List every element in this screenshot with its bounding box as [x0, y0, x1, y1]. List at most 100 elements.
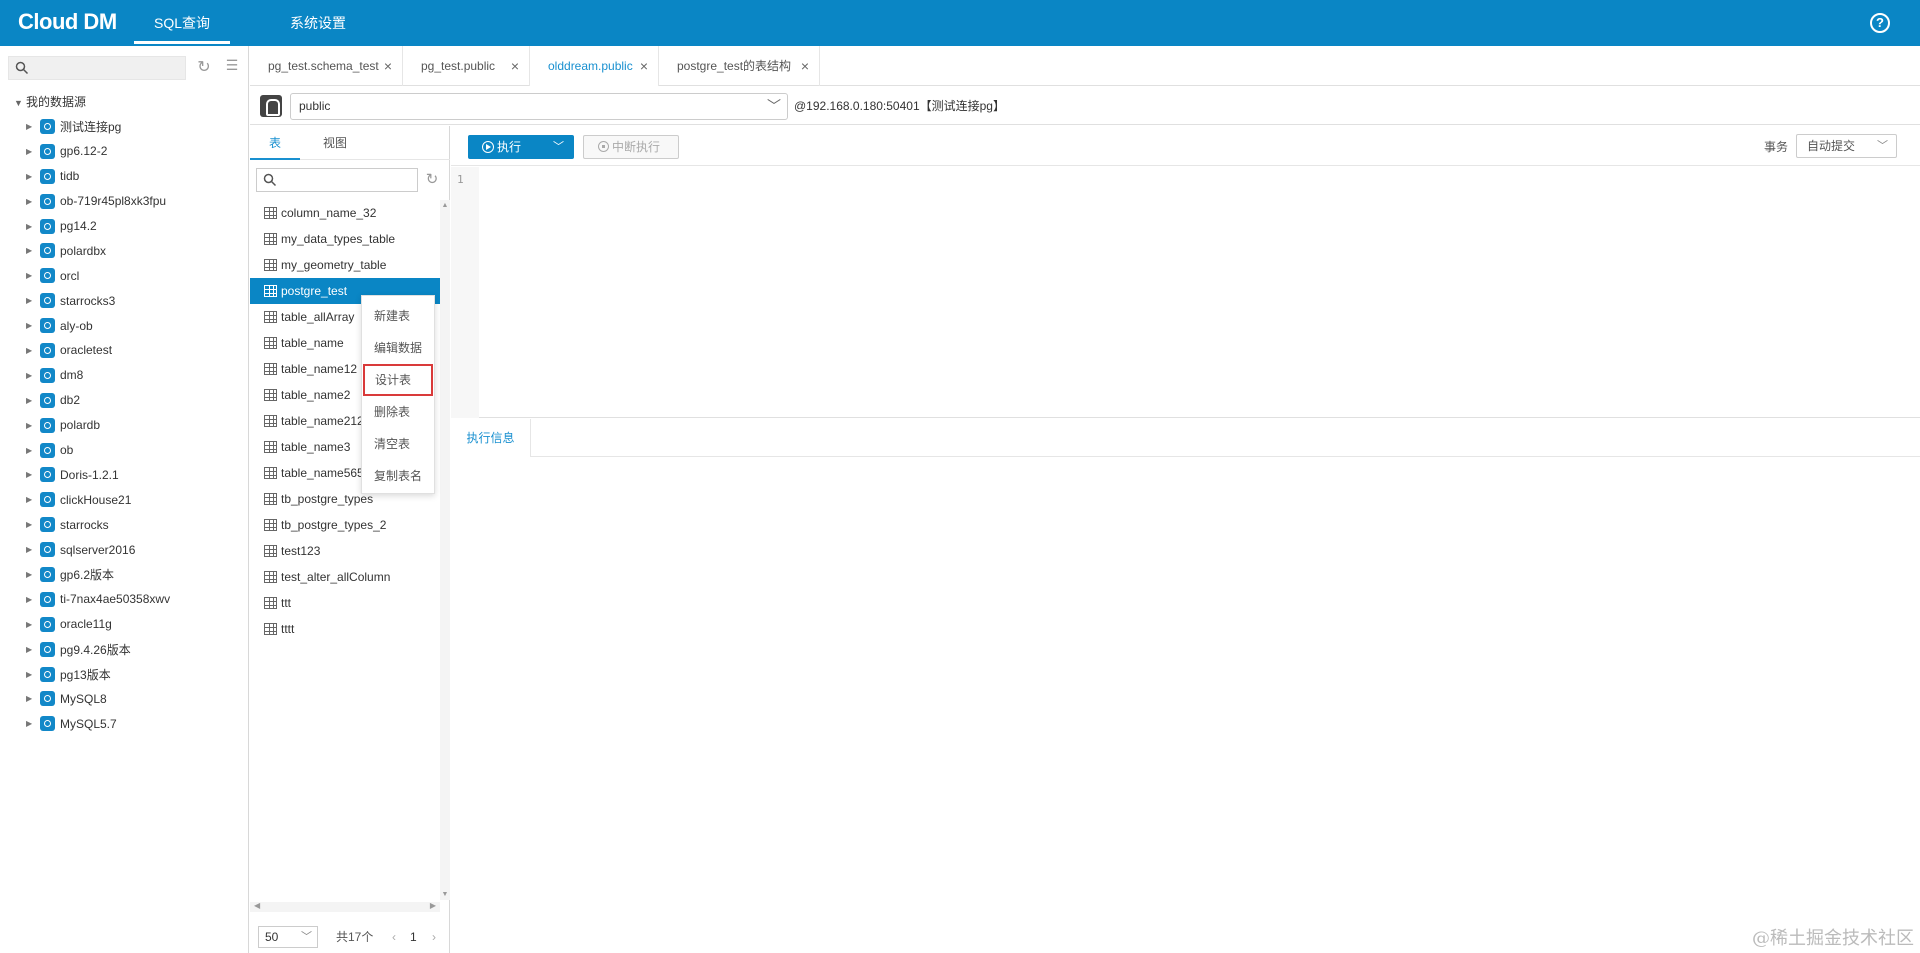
caret-right-icon[interactable]: ▶ [26, 620, 40, 629]
datasource-item[interactable]: ▶ MySQL5.7 [26, 711, 246, 736]
caret-right-icon[interactable]: ▶ [26, 172, 40, 181]
datasource-item[interactable]: ▶ MySQL8 [26, 686, 246, 711]
datasource-search-input[interactable] [8, 56, 186, 80]
table-search-input[interactable] [256, 168, 418, 192]
caret-right-icon[interactable]: ▶ [26, 570, 40, 579]
datasource-item[interactable]: ▶ 测试连接pg [26, 114, 246, 139]
tab-execution-info[interactable]: 执行信息 [451, 419, 531, 457]
table-list-item[interactable]: test_alter_allColumn [250, 564, 440, 590]
datasource-item[interactable]: ▶ clickHouse21 [26, 487, 246, 512]
tab-views[interactable]: 视图 [310, 126, 360, 160]
close-icon[interactable]: × [801, 46, 809, 86]
caret-right-icon[interactable]: ▶ [26, 545, 40, 554]
tab-pg-test-public[interactable]: pg_test.public × [403, 46, 530, 86]
nav-system-settings[interactable]: 系统设置 [268, 0, 368, 46]
tab-postgre-test-structure[interactable]: postgre_test的表结构 × [659, 46, 820, 86]
horizontal-scrollbar[interactable]: ◀ ▶ [250, 901, 440, 912]
caret-right-icon[interactable]: ▶ [26, 246, 40, 255]
caret-right-icon[interactable]: ▶ [26, 271, 40, 280]
datasource-item[interactable]: ▶ orcl [26, 263, 246, 288]
datasource-item[interactable]: ▶ starrocks3 [26, 288, 246, 313]
datasource-item[interactable]: ▶ sqlserver2016 [26, 537, 246, 562]
datasource-item[interactable]: ▶ dm8 [26, 363, 246, 388]
table-list-item[interactable]: tb_postgre_types_2 [250, 512, 440, 538]
stop-button[interactable]: 中断执行 [583, 135, 679, 159]
tab-olddream-public[interactable]: olddream.public × [530, 46, 659, 86]
caret-right-icon[interactable]: ▶ [26, 321, 40, 330]
menu-item-truncate-table[interactable]: 清空表 [362, 428, 434, 460]
caret-right-icon[interactable]: ▶ [26, 670, 40, 679]
caret-right-icon[interactable]: ▶ [26, 421, 40, 430]
caret-right-icon[interactable]: ▶ [26, 719, 40, 728]
caret-right-icon[interactable]: ▶ [26, 396, 40, 405]
refresh-icon[interactable]: ↻ [194, 57, 214, 77]
datasource-item[interactable]: ▶ oracletest [26, 338, 246, 363]
datasource-item[interactable]: ▶ ob [26, 438, 246, 463]
close-icon[interactable]: × [640, 46, 648, 86]
refresh-icon[interactable]: ↻ [422, 170, 442, 190]
page-size-select[interactable]: 50 ﹀ [258, 926, 318, 948]
schema-select[interactable]: public ﹀ [290, 93, 788, 120]
datasource-item[interactable]: ▶ tidb [26, 164, 246, 189]
datasource-item[interactable]: ▶ pg9.4.26版本 [26, 637, 246, 662]
datasource-item[interactable]: ▶ db2 [26, 388, 246, 413]
table-list-item[interactable]: tttt [250, 616, 440, 642]
menu-item-edit-data[interactable]: 编辑数据 [362, 332, 434, 364]
datasource-item[interactable]: ▶ oracle11g [26, 612, 246, 637]
vertical-scrollbar[interactable]: ▲ ▼ [440, 200, 450, 900]
menu-item-copy-table-name[interactable]: 复制表名 [362, 460, 434, 492]
table-list-item[interactable]: my_geometry_table [250, 252, 440, 278]
caret-right-icon[interactable]: ▶ [26, 694, 40, 703]
caret-right-icon[interactable]: ▶ [26, 346, 40, 355]
prev-page-icon[interactable]: ‹ [392, 926, 396, 948]
caret-right-icon[interactable]: ▶ [26, 371, 40, 380]
caret-right-icon[interactable]: ▶ [26, 520, 40, 529]
datasource-item[interactable]: ▶ polardb [26, 413, 246, 438]
datasource-item[interactable]: ▶ ti-7nax4ae50358xwv [26, 587, 246, 612]
caret-right-icon[interactable]: ▶ [26, 470, 40, 479]
next-page-icon[interactable]: › [432, 926, 436, 948]
scroll-left-icon[interactable]: ◀ [254, 901, 260, 910]
table-list-item[interactable]: column_name_32 [250, 200, 440, 226]
scroll-up-icon[interactable]: ▲ [440, 202, 450, 209]
datasource-item[interactable]: ▶ gp6.12-2 [26, 139, 246, 164]
menu-item-new-table[interactable]: 新建表 [362, 300, 434, 332]
help-icon[interactable]: ? [1870, 13, 1890, 33]
datasource-item[interactable]: ▶ pg13版本 [26, 662, 246, 687]
close-icon[interactable]: × [384, 46, 392, 86]
datasource-item[interactable]: ▶ starrocks [26, 512, 246, 537]
caret-right-icon[interactable]: ▶ [26, 296, 40, 305]
run-button[interactable]: 执行 ﹀ [468, 135, 574, 159]
datasource-item[interactable]: ▶ Doris-1.2.1 [26, 462, 246, 487]
menu-item-design-table[interactable]: 设计表 [363, 364, 433, 396]
caret-right-icon[interactable]: ▶ [26, 595, 40, 604]
caret-right-icon[interactable]: ▶ [26, 446, 40, 455]
collapse-list-icon[interactable]: ☰ [222, 57, 242, 77]
datasource-item[interactable]: ▶ aly-ob [26, 313, 246, 338]
datasource-item[interactable]: ▶ ob-719r45pl8xk3fpu [26, 189, 246, 214]
datasource-item[interactable]: ▶ pg14.2 [26, 214, 246, 239]
tree-root-my-datasources[interactable]: ▼ 我的数据源 [14, 92, 86, 112]
datasource-item[interactable]: ▶ gp6.2版本 [26, 562, 246, 587]
sql-editor[interactable]: 1 [451, 167, 1920, 418]
caret-right-icon[interactable]: ▶ [26, 495, 40, 504]
menu-item-delete-table[interactable]: 删除表 [362, 396, 434, 428]
tab-tables[interactable]: 表 [250, 126, 300, 160]
transaction-mode-select[interactable]: 自动提交 ﹀ [1796, 134, 1897, 158]
caret-right-icon[interactable]: ▶ [26, 122, 40, 131]
table-list-item[interactable]: ttt [250, 590, 440, 616]
caret-right-icon[interactable]: ▶ [26, 197, 40, 206]
chevron-down-icon[interactable]: ﹀ [553, 135, 564, 159]
caret-right-icon[interactable]: ▶ [26, 645, 40, 654]
datasource-item[interactable]: ▶ polardbx [26, 238, 246, 263]
close-icon[interactable]: × [511, 46, 519, 86]
nav-sql-query[interactable]: SQL查询 [134, 0, 230, 46]
table-list-item[interactable]: my_data_types_table [250, 226, 440, 252]
caret-right-icon[interactable]: ▶ [26, 147, 40, 156]
tab-pg-test-schema-test[interactable]: pg_test.schema_test × [250, 46, 403, 86]
table-list-item[interactable]: test123 [250, 538, 440, 564]
scroll-right-icon[interactable]: ▶ [430, 901, 436, 910]
caret-right-icon[interactable]: ▶ [26, 222, 40, 231]
scroll-down-icon[interactable]: ▼ [440, 891, 450, 898]
current-page[interactable]: 1 [410, 926, 417, 948]
